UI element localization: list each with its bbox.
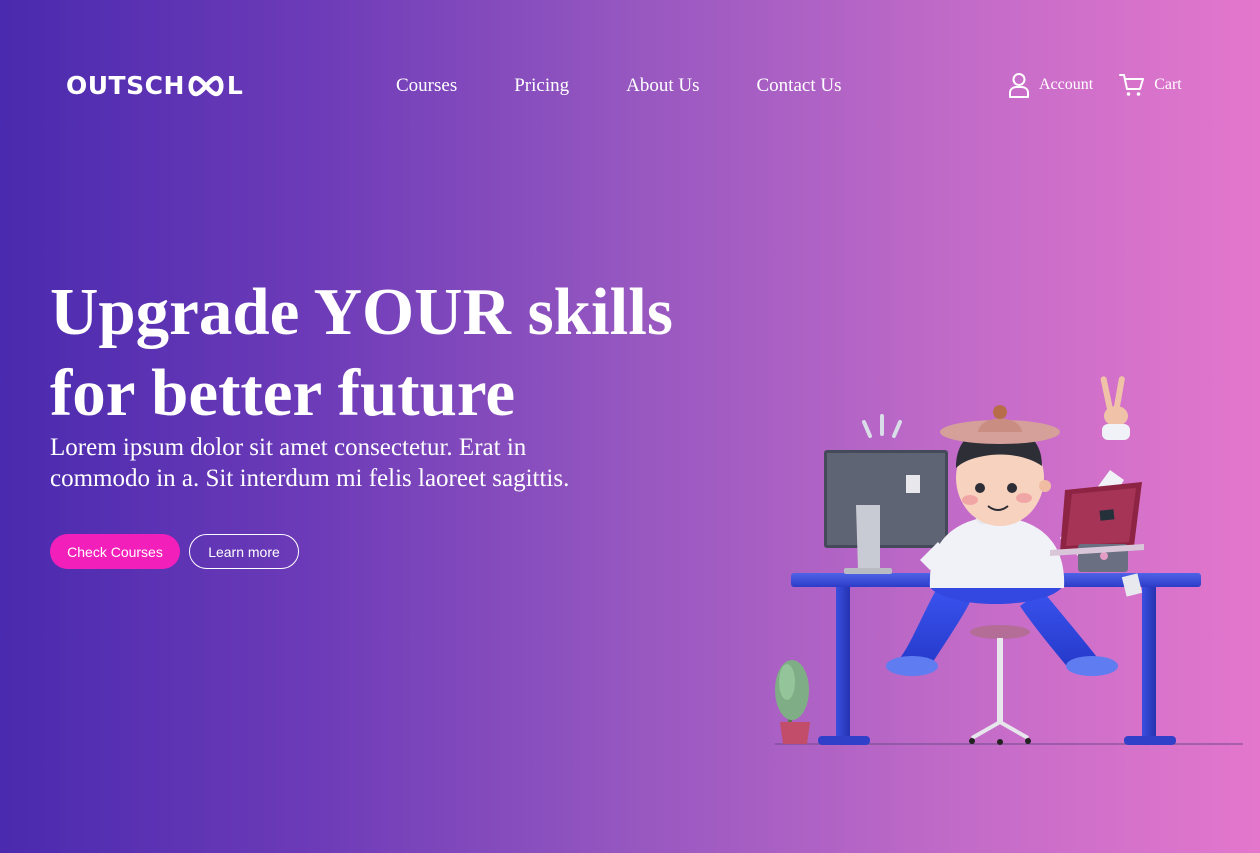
hero-buttons: Check Courses Learn more: [50, 534, 299, 569]
desk-leg-left: [836, 587, 850, 737]
hero-title-line-1: Upgrade YOUR skills: [50, 275, 673, 349]
logo-text-left: OUTSCH: [66, 71, 185, 100]
desk-leg-right: [1142, 587, 1156, 737]
learn-more-button[interactable]: Learn more: [189, 534, 299, 569]
logo[interactable]: OUTSCH L: [66, 72, 243, 100]
account-link[interactable]: Account: [1008, 72, 1093, 98]
shopping-cart-icon: [1119, 74, 1145, 96]
chair: [969, 625, 1031, 745]
infinity-icon: [188, 75, 224, 97]
nav-pricing[interactable]: Pricing: [514, 74, 569, 98]
nav-about-us[interactable]: About Us: [626, 74, 699, 98]
hero-illustration: [775, 376, 1243, 745]
character-hand: [1100, 376, 1128, 426]
check-courses-button[interactable]: Check Courses: [50, 534, 180, 569]
logo-text-right: L: [226, 71, 244, 100]
laptop: [1050, 482, 1144, 572]
sparkle-lines: [862, 414, 902, 438]
character-head: [940, 405, 1060, 526]
cart-link[interactable]: Cart: [1119, 73, 1182, 97]
nav-actions: Account Cart: [1008, 72, 1182, 98]
plant: [775, 660, 810, 744]
main-nav: Courses Pricing About Us Contact Us: [396, 74, 841, 98]
account-label: Account: [1039, 76, 1094, 93]
hero-title: Upgrade YOUR skills for better future: [50, 272, 750, 434]
cart-label: Cart: [1154, 76, 1182, 93]
user-icon: [1009, 73, 1029, 98]
hero-title-line-2: for better future: [50, 356, 516, 430]
nav-contact-us[interactable]: Contact Us: [757, 74, 842, 98]
nav-courses[interactable]: Courses: [396, 74, 457, 98]
hero-subtitle: Lorem ipsum dolor sit amet consectetur. …: [50, 434, 570, 492]
